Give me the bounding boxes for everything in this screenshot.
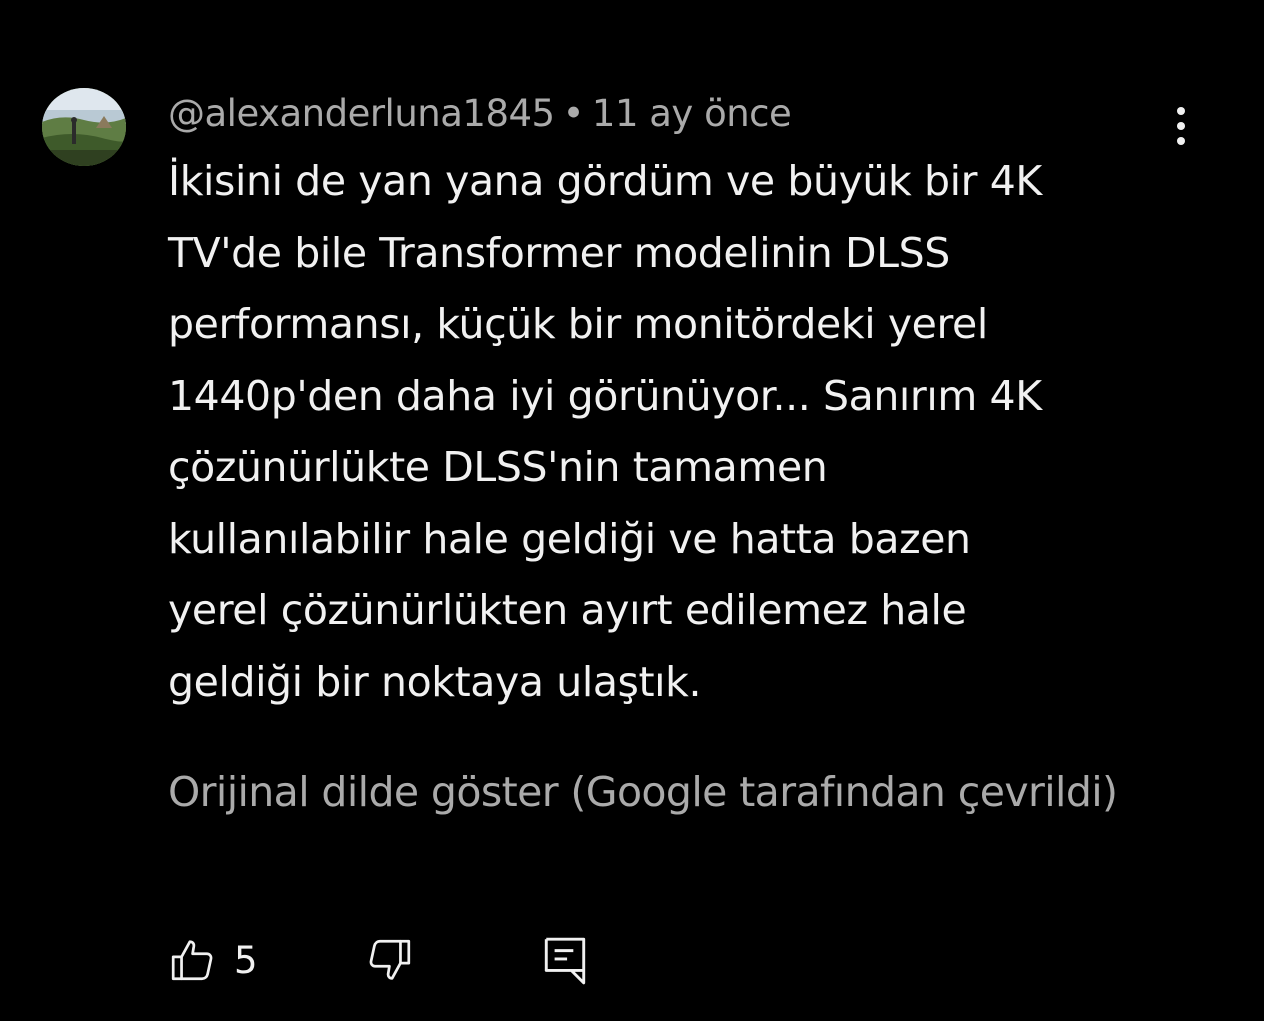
avatar-image xyxy=(42,88,126,166)
more-options-button[interactable] xyxy=(1160,100,1202,152)
avatar[interactable] xyxy=(42,88,126,166)
comment-text-line: geldiği bir noktaya ulaştık. xyxy=(168,657,702,706)
reply-button[interactable] xyxy=(540,930,590,990)
dislike-button[interactable] xyxy=(364,930,414,990)
comment-text-line: TV'de bile Transformer modelinin DLSS xyxy=(168,228,950,277)
comment-meta: @alexanderluna1845 • 11 ay önce xyxy=(168,90,792,138)
thumbs-up-icon xyxy=(171,940,213,981)
comment-text-line: yerel çözünürlükten ayırt edilemez hale xyxy=(168,586,967,634)
comment-author[interactable]: @alexanderluna1845 xyxy=(168,92,555,135)
like-button[interactable]: 5 xyxy=(168,930,258,990)
more-vert-icon-dot xyxy=(1177,137,1185,145)
reply-comment-icon xyxy=(544,937,586,985)
comment-text-line: İkisini de yan yana gördüm ve büyük bir … xyxy=(168,157,1042,205)
comment-text-line: kullanılabilir hale geldiği ve hatta baz… xyxy=(168,514,971,563)
thumbs-down-icon xyxy=(369,939,411,980)
comment-actions: 5 xyxy=(168,930,668,990)
more-vert-icon-dot xyxy=(1177,122,1185,130)
meta-separator: • xyxy=(562,92,585,135)
more-vert-icon-dot xyxy=(1177,107,1185,115)
comment-text-line: performansı, küçük bir monitördeki yerel xyxy=(168,300,988,348)
comment-timestamp: 11 ay önce xyxy=(591,92,792,135)
like-count: 5 xyxy=(234,938,258,982)
comment-text-line: çözünürlükte DLSS'nin tamamen xyxy=(168,443,828,491)
show-original-link[interactable]: Orijinal dilde göster (Google tarafından… xyxy=(168,762,1118,822)
comment-text-line: 1440p'den daha iyi görünüyor... Sanırım … xyxy=(168,371,1042,420)
comment-text: İkisini de yan yana gördüm ve büyük bir … xyxy=(168,146,1168,718)
